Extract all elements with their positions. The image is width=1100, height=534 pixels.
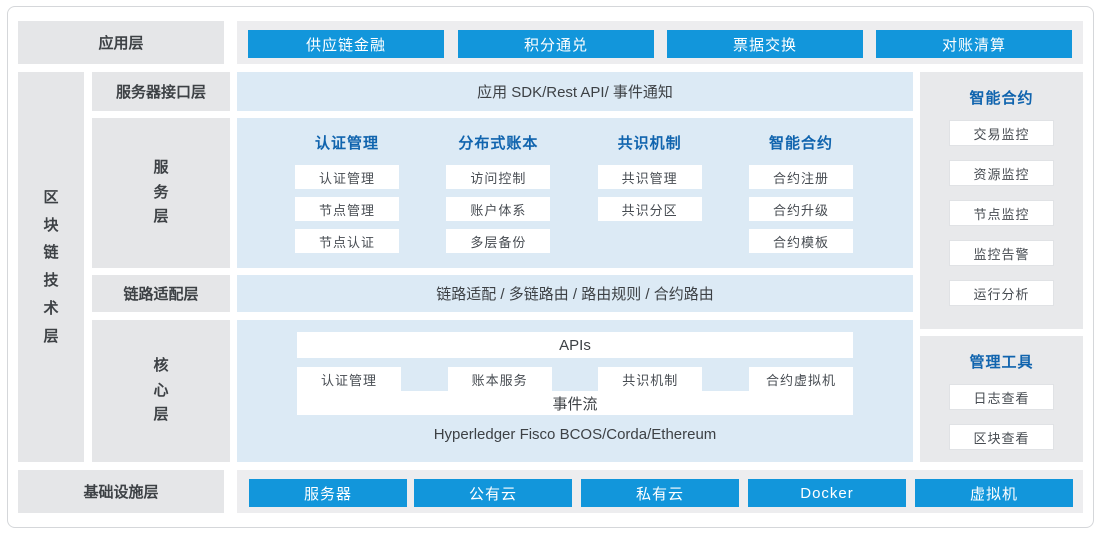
link-layer-label: 链路适配层 [92, 275, 230, 312]
svc-box-contract-1: 合约升级 [749, 197, 853, 221]
chip-virtual-machine: 虚拟机 [915, 479, 1073, 507]
panel-box-block-view: 区块查看 [949, 424, 1054, 450]
monitor-panel: 智能合约 交易监控 资源监控 节点监控 监控告警 运行分析 [920, 72, 1083, 329]
svc-box-contract-0: 合约注册 [749, 165, 853, 189]
panel-box-node-monitor: 节点监控 [949, 200, 1054, 226]
svc-box-ledger-0: 访问控制 [446, 165, 550, 189]
svc-box-auth-1: 节点管理 [295, 197, 399, 221]
service-col-header: 分布式账本 [446, 132, 550, 153]
core-box-ledger-service: 账本服务 [448, 367, 552, 391]
infra-layer-label: 基础设施层 [18, 470, 224, 513]
panel-box-resource-monitor: 资源监控 [949, 160, 1054, 186]
event-stream-bar: 事件流 [297, 391, 853, 415]
service-layer-columns: 认证管理 认证管理 节点管理 节点认证 分布式账本 访问控制 账户体系 多层备份… [237, 118, 913, 261]
link-layer-content: 链路适配 / 多链路由 / 路由规则 / 合约路由 [237, 275, 913, 312]
svc-box-auth-2: 节点认证 [295, 229, 399, 253]
svc-box-consensus-0: 共识管理 [598, 165, 702, 189]
chip-reconciliation-clearing: 对账清算 [876, 30, 1072, 58]
monitor-panel-header: 智能合约 [969, 87, 1033, 108]
svc-box-ledger-1: 账户体系 [446, 197, 550, 221]
monitor-panel-inner: 智能合约 交易监控 资源监控 节点监控 监控告警 运行分析 [920, 72, 1083, 306]
service-layer-label-box: 服务层 [92, 118, 230, 268]
tools-panel-inner: 管理工具 日志查看 区块查看 [920, 336, 1083, 450]
svc-box-contract-2: 合约模板 [749, 229, 853, 253]
service-layer-label: 服务层 [153, 156, 170, 230]
app-layer-label: 应用层 [18, 21, 224, 64]
chip-server: 服务器 [249, 479, 407, 507]
service-col-header: 认证管理 [295, 132, 399, 153]
chip-public-cloud: 公有云 [414, 479, 572, 507]
service-layer-content: 认证管理 认证管理 节点管理 节点认证 分布式账本 访问控制 账户体系 多层备份… [237, 118, 913, 268]
panel-box-monitor-alert: 监控告警 [949, 240, 1054, 266]
core-modules-row: 认证管理 账本服务 共识机制 合约虚拟机 [297, 367, 853, 391]
panel-box-operation-analysis: 运行分析 [949, 280, 1054, 306]
core-layer-inner: APIs 认证管理 账本服务 共识机制 合约虚拟机 事件流 Hyperledge… [297, 332, 853, 443]
panel-box-log-view: 日志查看 [949, 384, 1054, 410]
chip-supply-chain-finance: 供应链金融 [248, 30, 444, 58]
svc-box-consensus-1: 共识分区 [598, 197, 702, 221]
tools-panel-header: 管理工具 [969, 351, 1033, 372]
interface-layer-content: 应用 SDK/Rest API/ 事件通知 [237, 72, 913, 111]
service-col-header: 共识机制 [598, 132, 702, 153]
svc-box-ledger-2: 多层备份 [446, 229, 550, 253]
panel-box-transaction-monitor: 交易监控 [949, 120, 1054, 146]
chip-points-exchange: 积分通兑 [458, 30, 654, 58]
svc-box-auth-0: 认证管理 [295, 165, 399, 189]
core-box-auth: 认证管理 [297, 367, 401, 391]
blockchain-tech-layer-label: 区块链技术层 [43, 184, 60, 351]
apis-bar: APIs [297, 332, 853, 358]
platforms-text: Hyperledger Fisco BCOS/Corda/Ethereum [297, 426, 853, 443]
interface-layer-label: 服务器接口层 [92, 72, 230, 111]
service-col-smart-contract: 智能合约 合约注册 合约升级 合约模板 [749, 132, 853, 261]
service-col-consensus: 共识机制 共识管理 共识分区 [598, 132, 702, 261]
core-box-contract-vm: 合约虚拟机 [749, 367, 853, 391]
chip-docker: Docker [748, 479, 906, 507]
architecture-diagram: 应用层 供应链金融 积分通兑 票据交换 对账清算 区块链技术层 服务器接口层 应… [0, 0, 1100, 534]
core-box-consensus: 共识机制 [598, 367, 702, 391]
core-layer-content: APIs 认证管理 账本服务 共识机制 合约虚拟机 事件流 Hyperledge… [237, 320, 913, 462]
core-layer-label-box: 核心层 [92, 320, 230, 462]
core-layer-label: 核心层 [153, 354, 170, 428]
tools-panel: 管理工具 日志查看 区块查看 [920, 336, 1083, 462]
service-col-auth-management: 认证管理 认证管理 节点管理 节点认证 [295, 132, 399, 261]
blockchain-tech-layer-bar: 区块链技术层 [18, 72, 84, 462]
chip-private-cloud: 私有云 [581, 479, 739, 507]
chip-bill-exchange: 票据交换 [667, 30, 863, 58]
service-col-header: 智能合约 [749, 132, 853, 153]
service-col-distributed-ledger: 分布式账本 访问控制 账户体系 多层备份 [446, 132, 550, 261]
